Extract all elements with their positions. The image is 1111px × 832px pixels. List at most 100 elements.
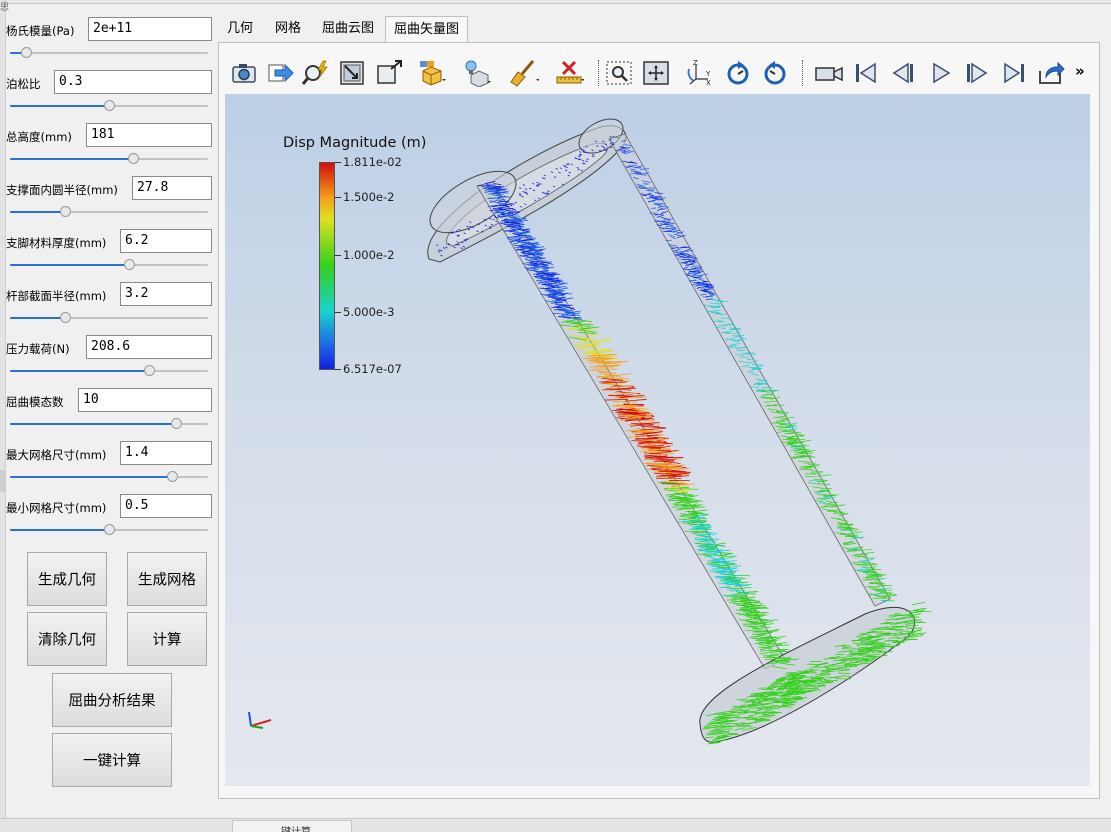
slider-handle[interactable] bbox=[104, 100, 115, 111]
legend-tick bbox=[335, 369, 341, 370]
displacement-vector bbox=[625, 399, 647, 402]
window-bottom-bar bbox=[0, 818, 1111, 832]
one-click-compute-button[interactable]: 一键计算 bbox=[52, 733, 172, 787]
param-leg-thickness-input[interactable]: 6.2 bbox=[120, 229, 212, 253]
tab-geometry[interactable]: 几何 bbox=[218, 16, 262, 42]
slider-fill bbox=[10, 476, 173, 478]
light-cube-dropdown-icon[interactable] bbox=[462, 59, 492, 88]
magnify-lightning-icon[interactable] bbox=[301, 59, 331, 87]
compute-label: 计算 bbox=[152, 632, 182, 649]
slider-handle[interactable] bbox=[20, 47, 32, 58]
generate-geometry-button[interactable]: 生成几何 bbox=[27, 552, 107, 606]
legend-tick bbox=[335, 255, 341, 256]
ruler-delete-icon[interactable] bbox=[554, 59, 585, 87]
broom-icon[interactable] bbox=[509, 59, 540, 87]
toolbar-separator bbox=[598, 60, 599, 86]
param-leg-thickness-label: 支脚材料厚度(mm) bbox=[6, 236, 107, 250]
tab-buckling-vector[interactable]: 屈曲矢量图 bbox=[385, 16, 468, 42]
param-pressure-load-slider[interactable] bbox=[10, 365, 208, 376]
last-frame-icon[interactable] bbox=[999, 59, 1029, 87]
window-top-edge bbox=[0, 0, 1111, 4]
param-support-inner-radius-input[interactable]: 27.8 bbox=[132, 176, 212, 200]
slider-handle[interactable] bbox=[127, 153, 139, 164]
param-youngs-modulus-input[interactable]: 2e+11 bbox=[88, 17, 212, 41]
displacement-vector bbox=[518, 219, 529, 222]
slider-fill bbox=[10, 105, 109, 107]
video-camera-icon[interactable] bbox=[814, 59, 844, 87]
param-leg-thickness-slider[interactable] bbox=[10, 259, 208, 270]
tab-mesh-label: 网格 bbox=[274, 21, 301, 36]
application-window: 思 杨氏模量(Pa) 2e+11 泊松比 0.3 总高度(mm) 181 支撑面内圆半径(m… bbox=[0, 0, 1111, 832]
param-rod-section-radius-slider[interactable] bbox=[10, 312, 208, 323]
slider-handle[interactable] bbox=[60, 312, 72, 323]
buckling-results-label: 屈曲分析结果 bbox=[68, 693, 156, 710]
param-max-mesh-size-input[interactable]: 1.4 bbox=[120, 441, 212, 465]
param-youngs-modulus: 杨氏模量(Pa) 2e+11 bbox=[6, 17, 212, 70]
clear-geometry-label: 清除几何 bbox=[38, 632, 96, 649]
generate-mesh-button[interactable]: 生成网格 bbox=[127, 552, 207, 606]
render-viewport[interactable]: Disp Magnitude (m) 1.811e-02 1.500e-2 1.… bbox=[225, 94, 1090, 786]
legend-label: 5.000e-3 bbox=[343, 305, 395, 319]
zoom-to-box-icon[interactable] bbox=[374, 59, 404, 87]
slider-fill bbox=[10, 423, 177, 425]
play-icon[interactable] bbox=[925, 59, 955, 87]
tab-mesh[interactable]: 网格 bbox=[266, 16, 310, 42]
slider-handle[interactable] bbox=[104, 524, 115, 535]
slider-fill bbox=[10, 211, 66, 213]
displacement-vector bbox=[913, 608, 927, 611]
param-pressure-load-input[interactable]: 208.6 bbox=[86, 335, 212, 359]
export-arrow-icon[interactable] bbox=[265, 59, 295, 87]
param-min-mesh-size-slider[interactable] bbox=[10, 524, 208, 535]
param-min-mesh-size-label: 最小网格尺寸(mm) bbox=[6, 501, 107, 515]
param-poisson-ratio-slider[interactable] bbox=[10, 100, 208, 111]
slider-handle[interactable] bbox=[60, 206, 72, 217]
generate-mesh-label: 生成网格 bbox=[138, 572, 196, 589]
param-support-inner-radius: 支撑面内圆半径(mm) 27.8 bbox=[6, 176, 212, 229]
color-cube-dropdown-icon[interactable] bbox=[417, 59, 447, 87]
param-poisson-ratio-input[interactable]: 0.3 bbox=[54, 70, 212, 94]
step-forward-icon[interactable] bbox=[962, 59, 992, 87]
svg-text:Y: Y bbox=[705, 70, 711, 78]
param-total-height-input[interactable]: 181 bbox=[86, 123, 212, 147]
reset-camera-icon[interactable] bbox=[337, 59, 367, 87]
param-support-inner-radius-label: 支撑面内圆半径(mm) bbox=[6, 183, 118, 197]
param-buckling-mode-count-slider[interactable] bbox=[10, 418, 208, 429]
slider-fill bbox=[10, 158, 133, 160]
rotate-cw-icon[interactable] bbox=[723, 59, 753, 87]
param-total-height-slider[interactable] bbox=[10, 153, 208, 164]
clear-geometry-button[interactable]: 清除几何 bbox=[27, 612, 107, 666]
rotate-ccw-icon[interactable] bbox=[760, 59, 790, 87]
buckling-results-button[interactable]: 屈曲分析结果 bbox=[52, 673, 172, 727]
slider-handle[interactable] bbox=[123, 259, 135, 270]
camera-icon[interactable] bbox=[229, 59, 259, 87]
fit-all-icon[interactable] bbox=[641, 59, 671, 87]
legend-max-label: 1.811e-02 bbox=[343, 155, 402, 169]
displacement-vector bbox=[848, 651, 864, 653]
share-icon[interactable] bbox=[1036, 59, 1066, 87]
svg-text:Z: Z bbox=[693, 59, 698, 67]
param-youngs-modulus-slider[interactable] bbox=[10, 47, 208, 58]
zoom-region-icon[interactable] bbox=[604, 59, 634, 87]
param-youngs-modulus-label: 杨氏模量(Pa) bbox=[6, 24, 75, 38]
legend-tick bbox=[335, 197, 341, 198]
displacement-vector bbox=[909, 634, 918, 637]
param-buckling-mode-count-input[interactable]: 10 bbox=[78, 388, 212, 412]
slider-handle[interactable] bbox=[167, 471, 179, 482]
toolbar-overflow-button[interactable]: » bbox=[1075, 62, 1085, 80]
generate-geometry-label: 生成几何 bbox=[38, 572, 96, 589]
tab-buckling-vector-label: 屈曲矢量图 bbox=[393, 22, 459, 37]
background-window-tab[interactable]: 键计算 bbox=[232, 820, 352, 832]
param-support-inner-radius-slider[interactable] bbox=[10, 206, 208, 217]
first-frame-icon[interactable] bbox=[851, 59, 881, 87]
compute-button[interactable]: 计算 bbox=[127, 612, 207, 666]
param-min-mesh-size-input[interactable]: 0.5 bbox=[120, 494, 212, 518]
axes-orientation-icon[interactable]: ZYX bbox=[686, 59, 716, 87]
param-max-mesh-size-slider[interactable] bbox=[10, 471, 208, 482]
param-rod-section-radius-label: 杆部截面半径(mm) bbox=[6, 289, 107, 303]
param-rod-section-radius-input[interactable]: 3.2 bbox=[120, 282, 212, 306]
step-back-icon[interactable] bbox=[888, 59, 918, 87]
slider-handle[interactable] bbox=[171, 418, 183, 429]
slider-handle[interactable] bbox=[143, 365, 155, 376]
slider-fill bbox=[10, 264, 129, 266]
tab-buckling-contour[interactable]: 屈曲云图 bbox=[314, 16, 382, 42]
